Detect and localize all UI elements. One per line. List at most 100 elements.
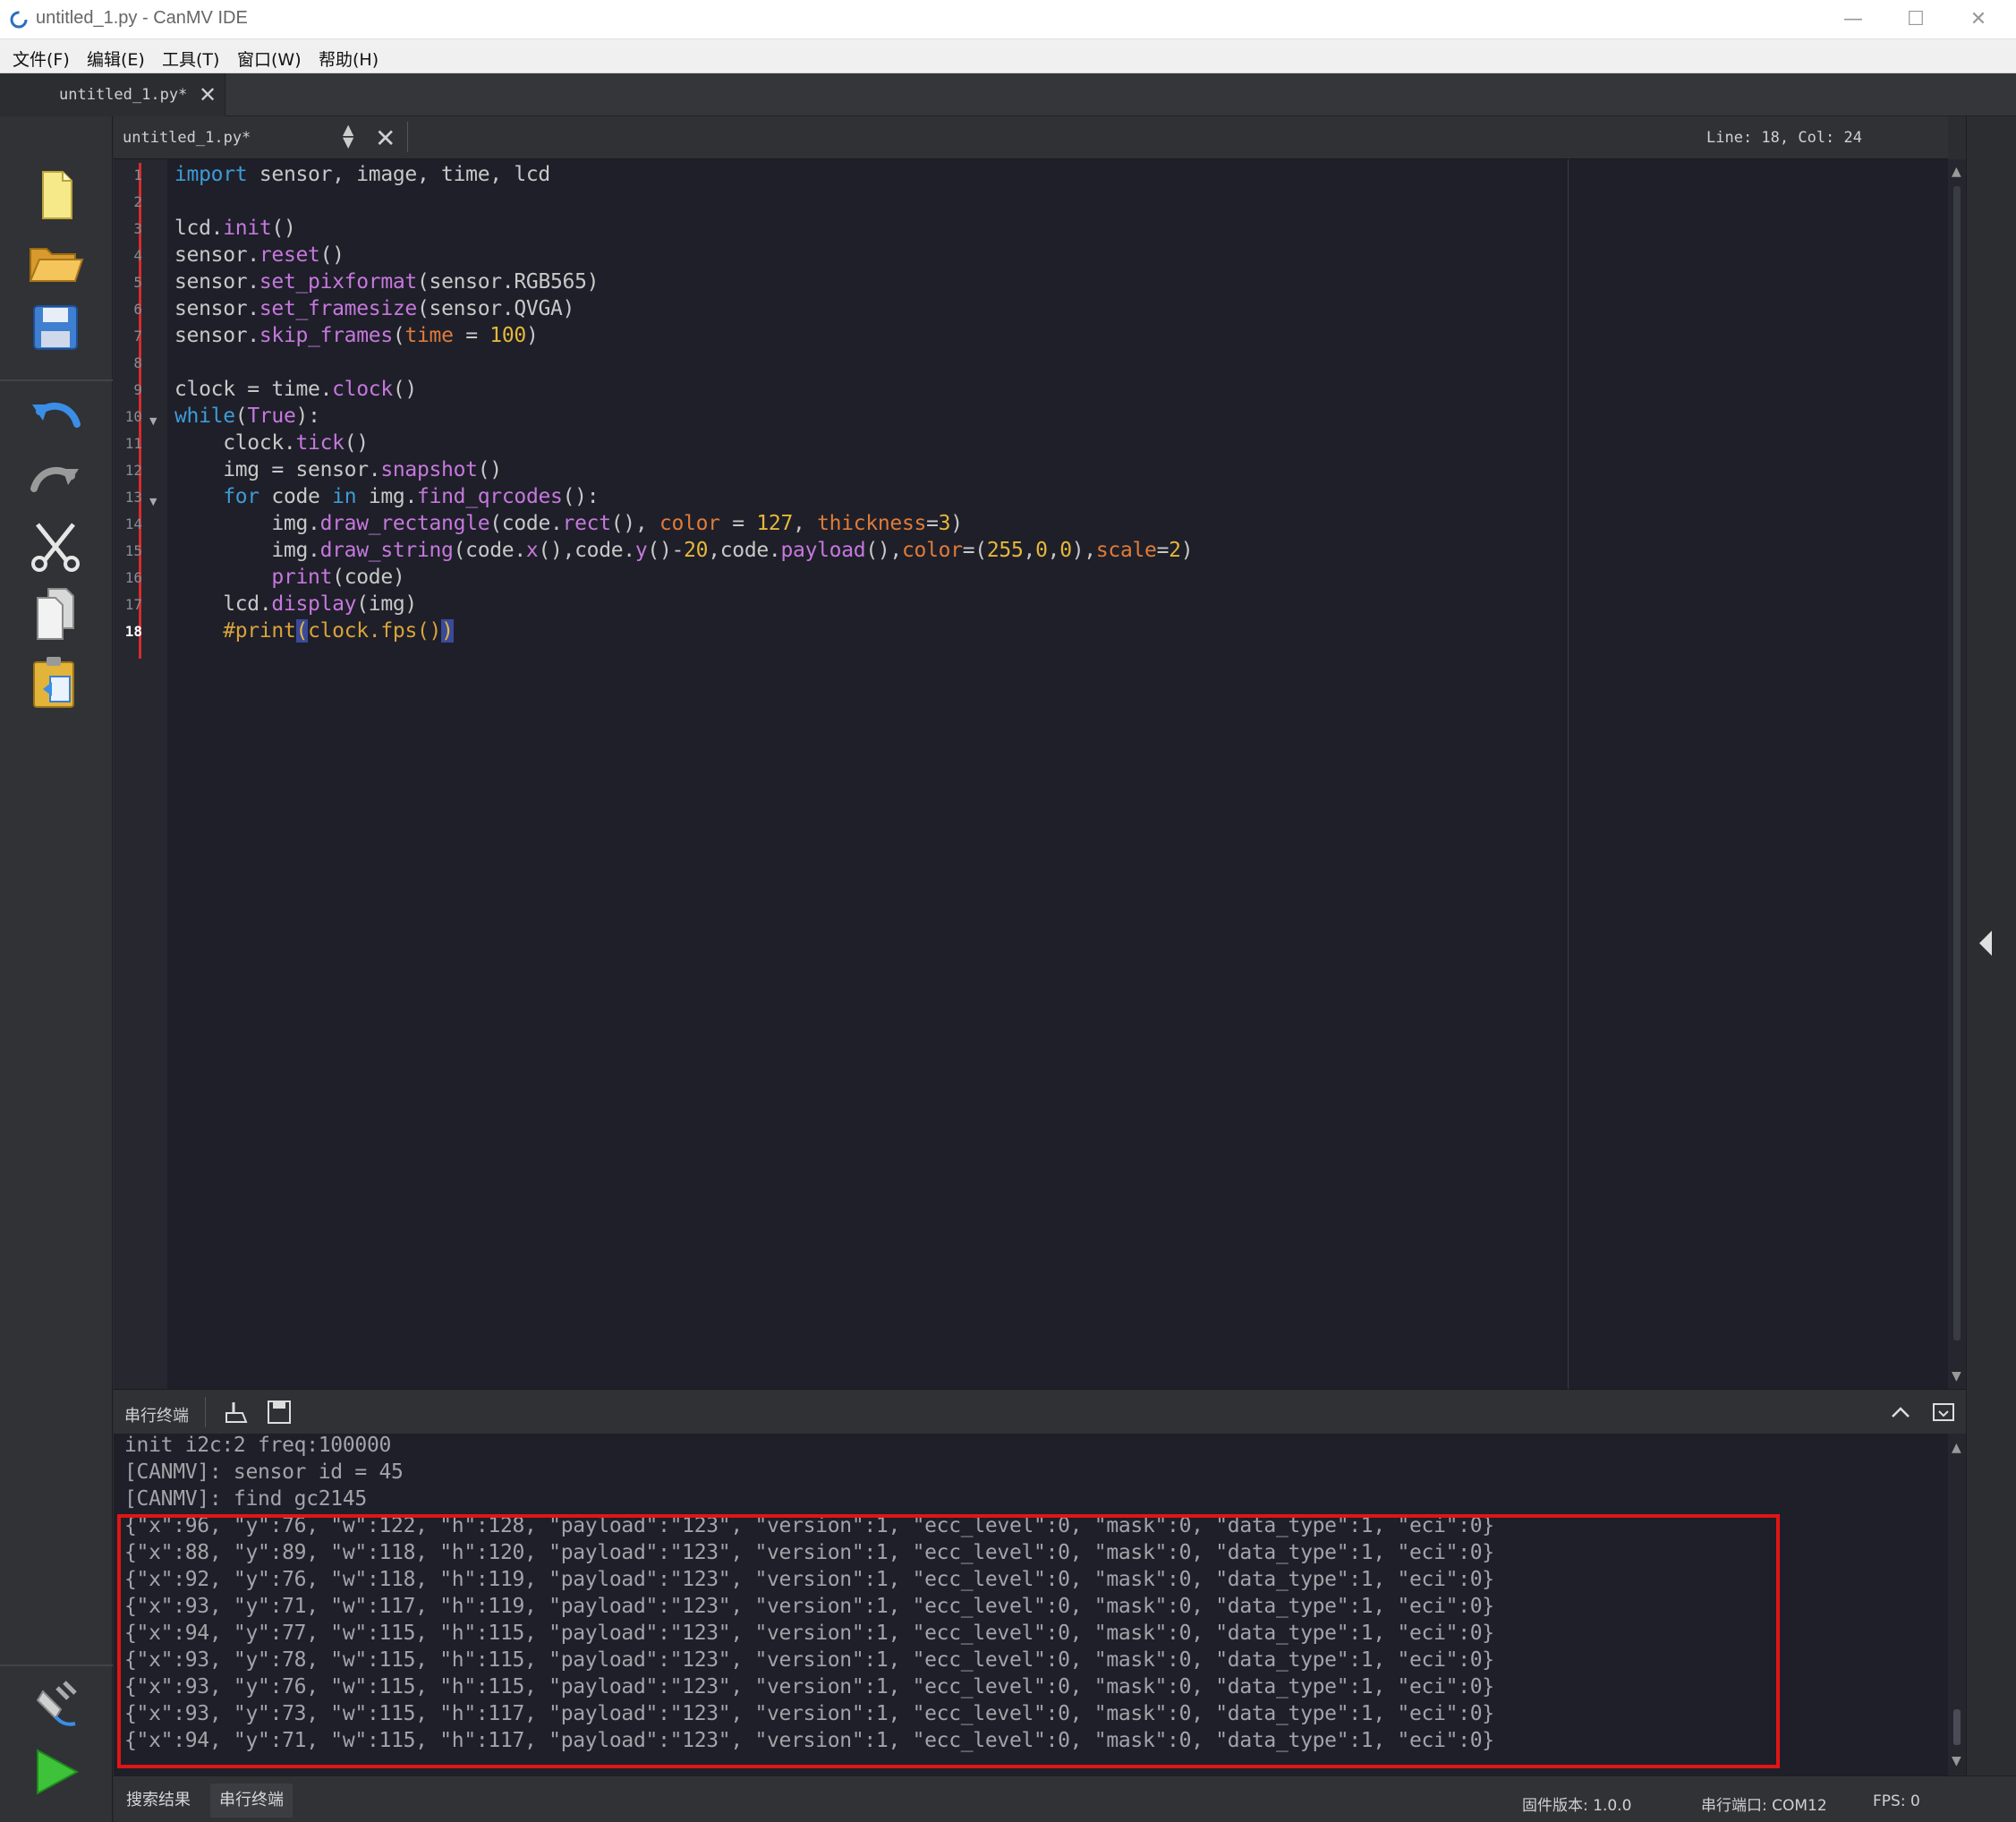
code-line[interactable]: img = sensor.snapshot() (174, 458, 502, 485)
terminal-line: init i2c:2 freq:100000 (124, 1434, 392, 1457)
connect-icon[interactable] (25, 1673, 86, 1734)
editor-scrollbar[interactable]: ▲ ▼ (1948, 159, 1966, 1389)
line-number: 13 (124, 489, 142, 506)
scroll-up-icon[interactable]: ▲ (1952, 1441, 1961, 1455)
menu-bar: 文件(F) 编辑(E) 工具(T) 窗口(W) 帮助(H) (0, 39, 2016, 73)
code-line[interactable]: lcd.init() (174, 217, 296, 243)
menu-tools[interactable]: 工具(T) (162, 47, 219, 71)
code-line[interactable]: clock = time.clock() (174, 378, 417, 404)
run-icon[interactable] (25, 1741, 86, 1802)
minimize-pane-icon[interactable] (1930, 1399, 1957, 1426)
line-number: 6 (133, 301, 142, 318)
code-line[interactable]: print(code) (174, 566, 404, 592)
line-number: 7 (133, 328, 142, 345)
save-log-icon[interactable] (266, 1399, 293, 1426)
terminal-title: 串行终端 (124, 1407, 189, 1426)
fold-arrow-icon[interactable]: ▼ (149, 496, 157, 507)
maximize-pane-icon[interactable] (1887, 1399, 1914, 1426)
minimize-button[interactable]: — (1822, 0, 1884, 39)
code-line[interactable]: img.draw_rectangle(code.rect(), color = … (174, 512, 963, 539)
line-number-current: 18 (124, 623, 142, 640)
fold-arrow-icon[interactable]: ▼ (149, 415, 157, 427)
line-number-gutter: 1 2 3 4 5 6 7 8 9 10 11 12 13 14 15 16 1… (114, 159, 167, 1389)
header-separator (407, 122, 408, 152)
new-file-icon[interactable] (25, 165, 86, 226)
status-bar: 搜索结果 串行终端 固件版本: 1.0.0 串行端口: COM12 FPS: 0 (114, 1775, 2016, 1822)
maximize-button[interactable]: ☐ (1884, 0, 1947, 39)
file-tab-label: untitled_1.py* (59, 86, 188, 104)
close-window-button[interactable]: ✕ (1947, 0, 2010, 39)
line-number: 10 (124, 408, 142, 425)
code-line[interactable]: lcd.display(img) (174, 592, 417, 619)
line-number: 5 (133, 274, 142, 291)
line-number: 17 (124, 596, 142, 613)
line-number: 16 (124, 569, 142, 586)
code-line[interactable]: sensor.set_framesize(sensor.QVGA) (174, 297, 574, 324)
left-toolbar (0, 116, 113, 1822)
terminal-scrollbar[interactable]: ▲ ▼ (1948, 1434, 1966, 1775)
scroll-up-icon[interactable]: ▲ (1952, 165, 1961, 179)
document-selector[interactable]: untitled_1.py* (123, 129, 251, 147)
terminal-line: [CANMV]: find gc2145 (124, 1487, 367, 1511)
line-number: 14 (124, 515, 142, 532)
scrollbar-track[interactable] (1953, 186, 1961, 1341)
scroll-down-icon[interactable]: ▼ (1952, 1369, 1961, 1384)
menu-edit[interactable]: 编辑(E) (87, 47, 145, 71)
menu-help[interactable]: 帮助(H) (319, 47, 379, 71)
editor-header: untitled_1.py* ▲ ▼ ✕ Line: 18, Col: 24 (114, 116, 1948, 159)
fps-readout: FPS: 0 (1873, 1792, 1920, 1810)
code-line[interactable]: #print(clock.fps()) (174, 619, 454, 646)
copy-icon[interactable] (25, 583, 86, 644)
file-tab-bar: untitled_1.py* ✕ (0, 73, 2016, 116)
code-line[interactable]: for code in img.find_qrcodes(): (174, 485, 599, 512)
line-number: 8 (133, 354, 142, 371)
right-panel-strip (1966, 116, 2016, 1822)
clear-terminal-icon[interactable] (223, 1399, 250, 1426)
file-tab[interactable]: untitled_1.py* ✕ (0, 73, 225, 116)
code-line[interactable]: sensor.skip_frames(time = 100) (174, 324, 539, 351)
tab-search-results[interactable]: 搜索结果 (117, 1784, 200, 1818)
code-line[interactable]: while(True): (174, 404, 320, 431)
line-number: 4 (133, 247, 142, 264)
line-number: 9 (133, 381, 142, 398)
line-number: 1 (133, 166, 142, 183)
line-number: 11 (124, 435, 142, 452)
firmware-version: 固件版本: 1.0.0 (1522, 1797, 1632, 1815)
toolbar-separator (0, 1664, 113, 1666)
cut-icon[interactable] (25, 515, 86, 576)
close-document-button[interactable]: ✕ (375, 123, 396, 153)
terminal-line: [CANMV]: sensor id = 45 (124, 1460, 404, 1484)
code-line[interactable]: img.draw_string(code.x(),code.y()-20,cod… (174, 539, 1193, 566)
window-title: untitled_1.py - CanMV IDE (36, 8, 248, 28)
title-bar: untitled_1.py - CanMV IDE — ☐ ✕ (0, 0, 2016, 39)
scroll-down-icon[interactable]: ▼ (1952, 1754, 1961, 1768)
toolbar-separator (0, 379, 113, 381)
file-tab-close-button[interactable]: ✕ (199, 82, 217, 107)
code-line[interactable]: import sensor, image, time, lcd (174, 163, 550, 190)
code-line[interactable]: sensor.reset() (174, 243, 345, 270)
tab-serial-terminal[interactable]: 串行终端 (210, 1784, 293, 1818)
menu-file[interactable]: 文件(F) (13, 47, 70, 71)
open-folder-icon[interactable] (25, 231, 86, 292)
scrollbar-thumb[interactable] (1953, 1709, 1961, 1745)
save-icon[interactable] (25, 297, 86, 358)
paste-icon[interactable] (25, 651, 86, 712)
serial-terminal-output[interactable]: init i2c:2 freq:100000 [CANMV]: sensor i… (114, 1434, 1948, 1775)
expand-panel-icon[interactable] (1979, 931, 1992, 956)
canmv-logo-icon (10, 11, 28, 29)
redo-icon[interactable] (25, 449, 86, 510)
serial-port: 串行端口: COM12 (1701, 1797, 1827, 1815)
line-number: 15 (124, 542, 142, 559)
code-editor[interactable]: 1 2 3 4 5 6 7 8 9 10 11 12 13 14 15 16 1… (114, 159, 1948, 1389)
column-edge-guide (1568, 159, 1569, 1389)
menu-window[interactable]: 窗口(W) (237, 47, 302, 71)
line-number: 12 (124, 462, 142, 479)
line-number: 2 (133, 193, 142, 210)
undo-icon[interactable] (25, 385, 86, 446)
document-selector-arrows-icon[interactable]: ▲ ▼ (343, 123, 353, 149)
highlight-annotation-box (117, 1514, 1780, 1768)
terminal-header-separator (205, 1397, 206, 1427)
code-line[interactable]: clock.tick() (174, 431, 369, 458)
line-number: 3 (133, 220, 142, 237)
code-line[interactable]: sensor.set_pixformat(sensor.RGB565) (174, 270, 599, 297)
